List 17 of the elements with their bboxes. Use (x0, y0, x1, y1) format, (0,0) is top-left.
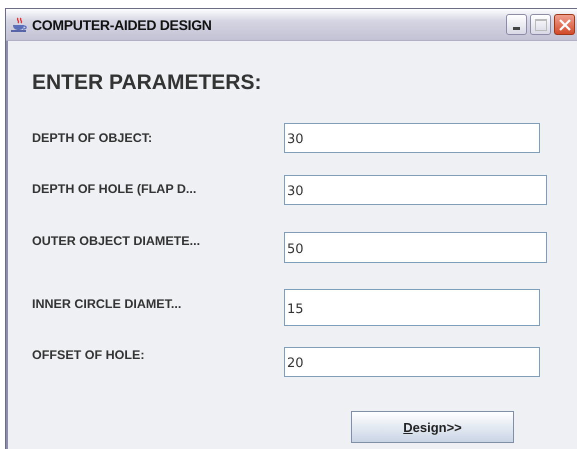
field-label: DEPTH OF HOLE (FLAP D... (32, 182, 198, 196)
input-field[interactable]: 15 (284, 289, 540, 326)
design-button[interactable]: Design>> (351, 411, 514, 443)
field-label: OFFSET OF HOLE: (32, 348, 146, 362)
input-field[interactable]: 20 (284, 347, 540, 377)
close-icon (558, 18, 572, 32)
window-title: COMPUTER-AIDED DESIGN (32, 16, 212, 32)
form-heading: ENTER PARAMETERS: (32, 70, 262, 96)
field-label: OUTER OBJECT DIAMETE... (32, 234, 202, 248)
input-field[interactable]: 30 (284, 123, 540, 153)
input-field[interactable]: 30 (284, 175, 547, 205)
input-field[interactable]: 50 (284, 232, 547, 263)
field-label: INNER CIRCLE DIAMET... (32, 296, 182, 310)
coffee-cup-icon (10, 16, 28, 32)
close-button[interactable] (554, 14, 575, 35)
field-label: DEPTH OF OBJECT: (32, 131, 154, 145)
minimize-button[interactable] (506, 14, 527, 35)
